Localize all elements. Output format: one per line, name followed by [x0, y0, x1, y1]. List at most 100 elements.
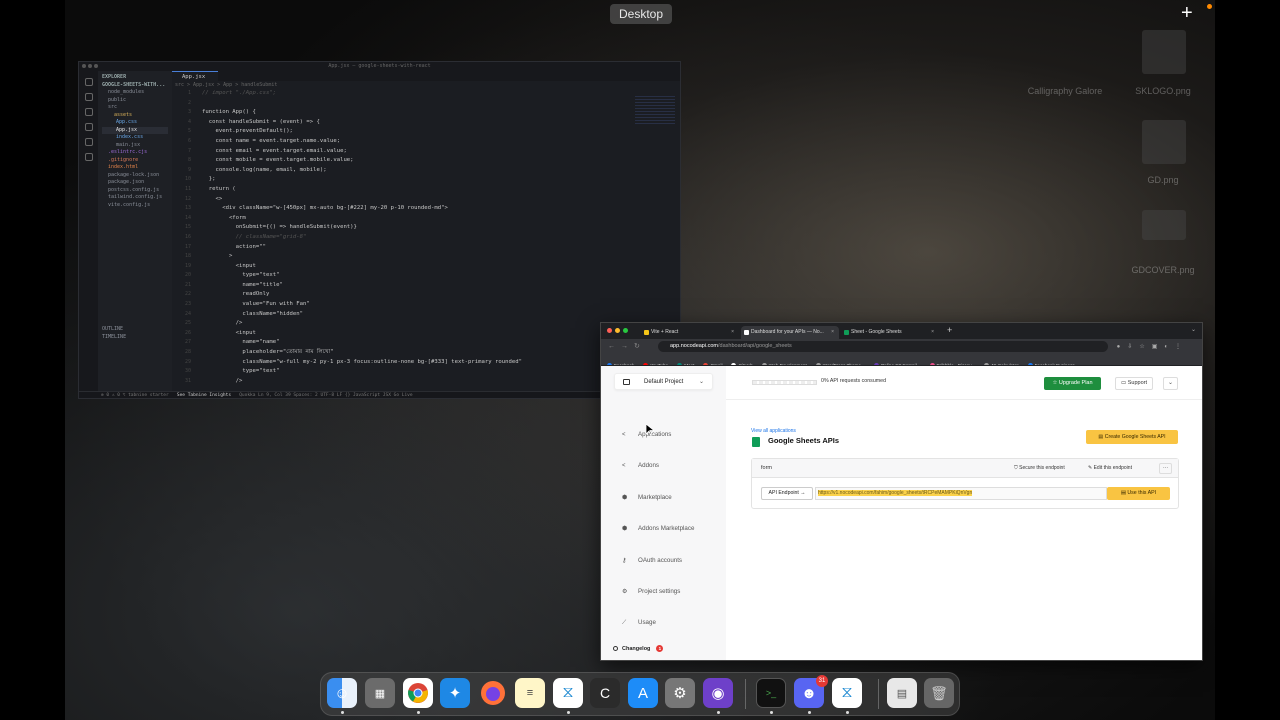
changelog-link[interactable]: Changelog 1	[613, 645, 664, 652]
close-window-button[interactable]	[607, 328, 612, 333]
code-line[interactable]	[202, 99, 630, 109]
code-line[interactable]: <>	[202, 195, 630, 205]
sidebar-item-oauth[interactable]: ⚷ OAuth accounts	[622, 555, 682, 567]
use-api-button[interactable]: ▤ Use this API	[1107, 487, 1170, 500]
secure-endpoint-link[interactable]: ⛉ Secure this endpoint	[1014, 459, 1065, 478]
tree-item[interactable]: main.jsx	[102, 142, 168, 150]
endpoint-url-field[interactable]: https://v1.nocodeapi.com/fahim/google_sh…	[815, 487, 1107, 500]
remote-icon[interactable]	[84, 153, 93, 161]
nav-buttons[interactable]: ←→↻	[608, 342, 646, 350]
code-line[interactable]: action=""	[202, 243, 630, 253]
sidebar-item-usage[interactable]: ⟋ Usage	[622, 617, 656, 629]
close-tab-icon[interactable]: ×	[931, 326, 934, 339]
code-line[interactable]: const email = event.target.email.value;	[202, 147, 630, 157]
vscode-insiders-icon[interactable]: ⧖	[832, 678, 862, 708]
tree-item[interactable]: public	[102, 97, 168, 105]
github-desktop-icon[interactable]: ◉	[703, 678, 733, 708]
code-line[interactable]: className="w-full my-2 py-1 px-3 focus:o…	[202, 358, 630, 368]
tabnine-insights[interactable]: See Tabnine Insights	[177, 393, 231, 398]
sidebar-item-marketplace[interactable]: ⬢ Marketplace	[622, 492, 672, 504]
code-line[interactable]: const mobile = event.target.mobile.value…	[202, 156, 630, 166]
terminal-icon[interactable]: >_	[756, 678, 786, 708]
desktop-file-thumb[interactable]	[1142, 30, 1186, 74]
code-line[interactable]: <input	[202, 329, 630, 339]
sidebar-item-addons-marketplace[interactable]: ⬢ Addons Marketplace	[622, 523, 694, 535]
desktop-file-thumb[interactable]	[1142, 120, 1186, 164]
code-line[interactable]: name="title"	[202, 281, 630, 291]
view-all-link[interactable]: View all applications	[751, 428, 796, 434]
tab-search-icon[interactable]: ⌄	[1191, 326, 1196, 333]
project-folder[interactable]: GOOGLE-SHEETS-WITH...	[102, 82, 168, 90]
code-line[interactable]: console.log(name, email, mobile);	[202, 166, 630, 176]
discord-icon[interactable]: ☻ 31	[794, 675, 828, 708]
timeline-section[interactable]: TIMELINE	[102, 334, 168, 342]
preview-icon[interactable]: ▤	[887, 678, 917, 708]
tree-item[interactable]: index.html	[102, 164, 168, 172]
browser-tab-active[interactable]: Dashboard for your APIs — No... ×	[741, 326, 839, 339]
code-line[interactable]: return (	[202, 185, 630, 195]
sidebar-item-settings[interactable]: ⚙ Project settings	[622, 586, 680, 598]
source-control-icon[interactable]	[84, 108, 93, 116]
tree-item-active[interactable]: App.jsx	[102, 126, 168, 134]
code-line[interactable]: // className="grid-8"	[202, 233, 630, 243]
extensions-icon[interactable]	[84, 138, 93, 146]
coteditor-icon[interactable]: C	[590, 678, 620, 708]
trash-icon[interactable]: 🗑	[924, 678, 954, 708]
safari-icon[interactable]: ✦	[440, 678, 470, 708]
tree-item[interactable]: package-lock.json	[102, 172, 168, 180]
code-line[interactable]: type="text"	[202, 271, 630, 281]
minimap[interactable]	[635, 96, 675, 126]
run-debug-icon[interactable]	[84, 123, 93, 131]
desktop-file[interactable]: GD.png	[1118, 175, 1208, 185]
tree-item[interactable]: node_modules	[102, 89, 168, 97]
code-line[interactable]: value="Fun with Fan"	[202, 300, 630, 310]
tree-item[interactable]: tailwind.config.js	[102, 194, 168, 202]
code-line[interactable]: <form	[202, 214, 630, 224]
desktop-file-thumb[interactable]	[1142, 210, 1186, 240]
code-line[interactable]: // import "./App.css";	[202, 89, 630, 99]
firefox-icon[interactable]	[478, 678, 508, 708]
project-selector[interactable]: Default Project ⌄	[614, 373, 713, 390]
code-editor[interactable]: // import "./App.css"; function App() { c…	[172, 89, 630, 390]
tree-item[interactable]: package.json	[102, 179, 168, 187]
code-line[interactable]: readOnly	[202, 290, 630, 300]
code-line[interactable]: name="name"	[202, 338, 630, 348]
tree-item[interactable]: vite.config.js	[102, 202, 168, 210]
add-space-button[interactable]: +	[1181, 3, 1193, 23]
status-problems[interactable]: ⊗ 0 ⚠ 0 ⌥ tabnine starter	[101, 393, 169, 398]
tree-item[interactable]: .gitignore	[102, 157, 168, 165]
notes-icon[interactable]: ≡	[515, 678, 545, 708]
code-line[interactable]: const handleSubmit = (event) => {	[202, 118, 630, 128]
code-line[interactable]: type="text"	[202, 367, 630, 377]
tree-item[interactable]: .eslintrc.cjs	[102, 149, 168, 157]
tree-item[interactable]: postcss.config.js	[102, 187, 168, 195]
extension-icons[interactable]: ●⇩☆▣◐⋮	[1117, 343, 1188, 350]
close-tab-icon[interactable]: ×	[731, 326, 734, 339]
code-line[interactable]: <div className="w-[450px] mx-auto bg-[#2…	[202, 204, 630, 214]
account-menu-button[interactable]: ⌄	[1163, 377, 1178, 390]
launchpad-icon[interactable]: ▦	[365, 678, 395, 708]
status-right[interactable]: Quokka Ln 9, Col 39 Spaces: 2 UTF-8 LF {…	[239, 393, 412, 398]
code-line[interactable]: />	[202, 319, 630, 329]
code-line[interactable]: event.preventDefault();	[202, 127, 630, 137]
tab-app-jsx[interactable]: App.jsx	[172, 71, 218, 81]
code-line[interactable]: const name = event.target.name.value;	[202, 137, 630, 147]
app-store-icon[interactable]: A	[628, 678, 658, 708]
upgrade-plan-button[interactable]: ☆ Upgrade Plan	[1044, 377, 1101, 390]
finder-icon[interactable]: ☺	[327, 678, 357, 708]
code-line[interactable]: function App() {	[202, 108, 630, 118]
desktop-file[interactable]: SKLOGO.png	[1118, 86, 1208, 96]
vscode-icon[interactable]: ⧖	[553, 678, 583, 708]
tree-item[interactable]: index.css	[102, 134, 168, 142]
tree-item[interactable]: src	[102, 104, 168, 112]
search-icon[interactable]	[84, 93, 93, 101]
code-line[interactable]: >	[202, 252, 630, 262]
more-options-button[interactable]: ···	[1159, 463, 1172, 474]
chrome-icon[interactable]	[403, 678, 433, 708]
outline-section[interactable]: OUTLINE	[102, 326, 168, 334]
code-line[interactable]: placeholder="তোমার নাম লিখো"	[202, 348, 630, 358]
code-line[interactable]: className="hidden"	[202, 310, 630, 320]
desktop-file[interactable]: Calligraphy Galore	[1020, 86, 1110, 96]
code-line[interactable]: onSubmit={() => handleSubmit(event)}	[202, 223, 630, 233]
edit-endpoint-link[interactable]: ✎ Edit this endpoint	[1088, 459, 1132, 478]
